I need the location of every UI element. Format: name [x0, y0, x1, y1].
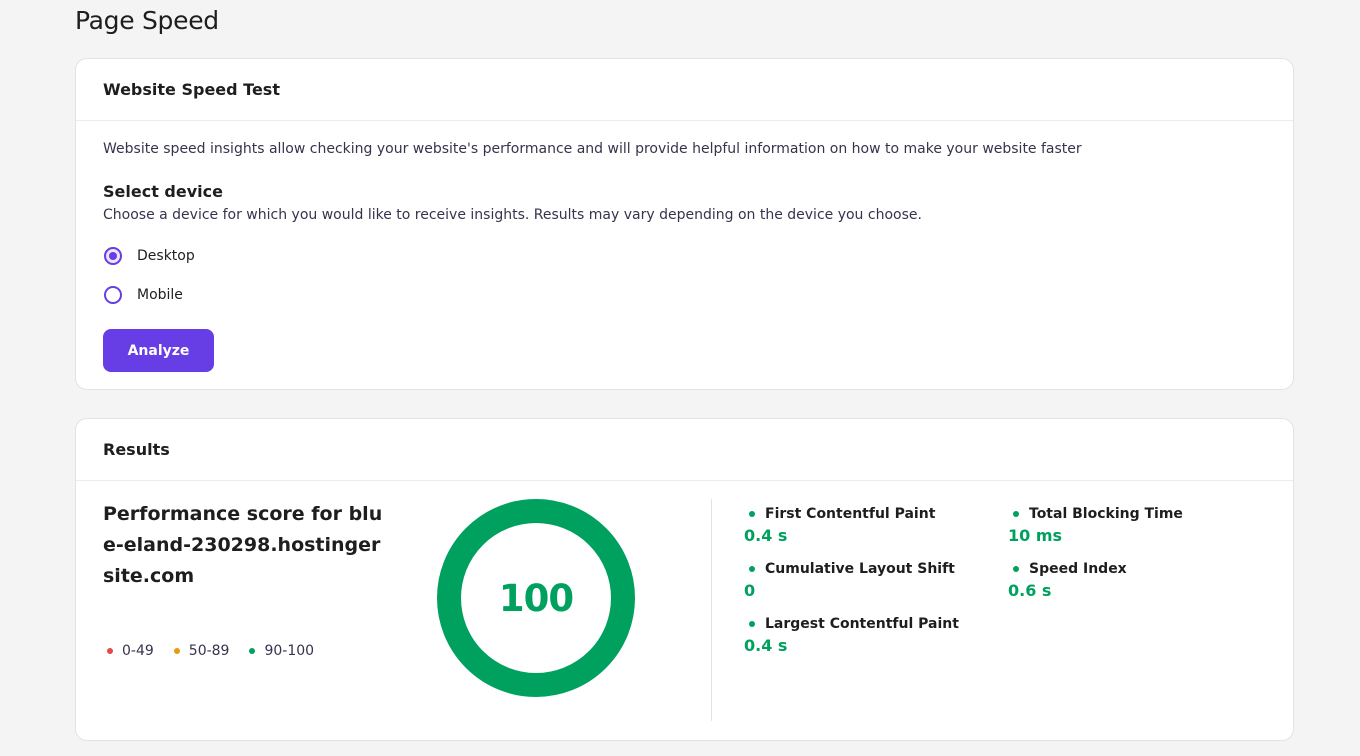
card-title: Results: [103, 440, 170, 459]
radio-selected-dot: [109, 252, 117, 260]
legend-label: 90-100: [264, 643, 315, 659]
legend-item-good: 90-100: [249, 643, 314, 659]
legend-dot-green: [249, 648, 256, 654]
metric-cumulative-layout-shift: Cumulative Layout Shift 0: [744, 559, 984, 600]
results-card: Results Performance score for blue-eland…: [75, 418, 1294, 741]
select-device-title: Select device: [103, 182, 223, 201]
score-legend: 0-49 50-89 90-100: [107, 643, 334, 659]
metric-value: 0.4 s: [744, 526, 788, 545]
legend-dot-orange: [173, 648, 180, 654]
metric-name: First Contentful Paint: [765, 506, 936, 522]
legend-label: 50-89: [188, 643, 230, 659]
status-dot-icon: [749, 566, 755, 572]
metric-name: Speed Index: [1029, 561, 1127, 577]
intro-text: Website speed insights allow checking yo…: [103, 141, 1082, 157]
website-speed-test-card: Website Speed Test Website speed insight…: [75, 58, 1294, 390]
status-dot-icon: [1013, 566, 1019, 572]
metric-total-blocking-time: Total Blocking Time 10 ms: [1008, 504, 1248, 545]
metric-speed-index: Speed Index 0.6 s: [1008, 559, 1248, 600]
mobile-label: Mobile: [137, 287, 183, 303]
score-value: 100: [498, 576, 574, 620]
metric-first-contentful-paint: First Contentful Paint 0.4 s: [744, 504, 984, 545]
metric-value: 10 ms: [1008, 526, 1063, 545]
metric-value: 0.4 s: [744, 636, 788, 655]
metric-name: Largest Contentful Paint: [765, 616, 959, 632]
metric-name: Total Blocking Time: [1029, 506, 1183, 522]
analyze-button[interactable]: Analyze: [103, 329, 214, 372]
performance-score-title: Performance score for blue-eland-230298.…: [103, 503, 383, 587]
metric-value: 0.6 s: [1008, 581, 1052, 600]
legend-label: 0-49: [122, 643, 154, 659]
select-device-description: Choose a device for which you would like…: [103, 207, 922, 223]
card-header: Website Speed Test: [76, 59, 1293, 121]
mobile-radio[interactable]: [104, 286, 122, 304]
metric-value: 0: [744, 581, 756, 600]
desktop-radio[interactable]: [104, 247, 122, 265]
device-option-mobile[interactable]: Mobile: [104, 286, 183, 304]
results-divider: [711, 499, 712, 721]
legend-dot-red: [107, 648, 113, 654]
metric-largest-contentful-paint: Largest Contentful Paint 0.4 s: [744, 614, 984, 655]
legend-item-poor: 0-49: [107, 643, 154, 659]
legend-item-average: 50-89: [173, 643, 230, 659]
status-dot-icon: [749, 511, 755, 517]
metric-name: Cumulative Layout Shift: [765, 561, 955, 577]
card-header: Results: [76, 419, 1293, 481]
desktop-label: Desktop: [137, 248, 195, 264]
status-dot-icon: [1013, 511, 1019, 517]
page-title: Page Speed: [75, 6, 219, 35]
card-title: Website Speed Test: [103, 80, 280, 99]
status-dot-icon: [749, 621, 755, 627]
device-option-desktop[interactable]: Desktop: [104, 247, 195, 265]
